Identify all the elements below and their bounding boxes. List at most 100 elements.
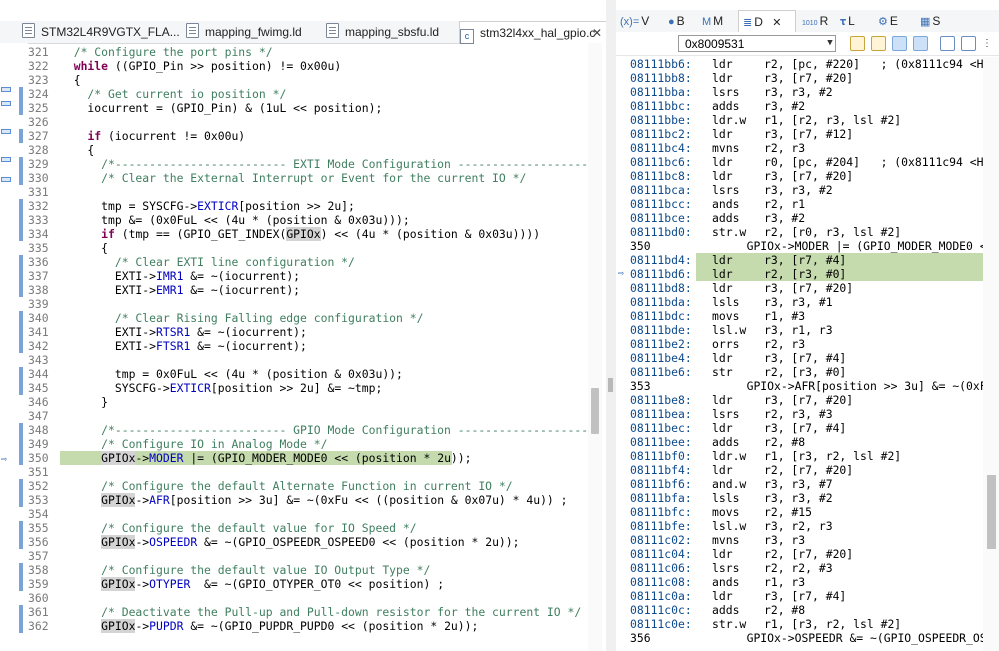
instruction-row[interactable]: 08111bee: adds r2, #8	[616, 435, 999, 449]
link-with-editor-icon[interactable]	[892, 36, 907, 51]
code-line[interactable]: 325 iocurrent = (GPIO_Pin) & (1uL << pos…	[28, 101, 596, 115]
show-source-icon[interactable]	[913, 36, 928, 51]
goto-address-icon[interactable]	[850, 36, 865, 51]
instruction-row[interactable]: 08111bea: lsrs r2, r3, #3	[616, 407, 999, 421]
code-line[interactable]: 323 {	[28, 73, 596, 87]
code-line[interactable]: 331	[28, 185, 596, 199]
code-line[interactable]: 354	[28, 507, 596, 521]
instruction-row[interactable]: 08111bbc: adds r3, #2	[616, 99, 999, 113]
instruction-row[interactable]: 08111bc6: ldr r0, [pc, #204] ; (0x8111c94 …	[616, 155, 999, 169]
instruction-row[interactable]: 08111bde: lsl.w r3, r1, r3	[616, 323, 999, 337]
instruction-row[interactable]: 08111be4: ldr r3, [r7, #4]	[616, 351, 999, 365]
close-icon[interactable]: ✕	[592, 22, 602, 44]
instruction-row[interactable]: 08111c0e: str.w r1, [r3, r2, lsl #2]	[616, 617, 999, 631]
new-view-icon[interactable]	[940, 36, 955, 51]
instruction-row[interactable]: 08111bb8: ldr r3, [r7, #20]	[616, 71, 999, 85]
code-line[interactable]: 357	[28, 549, 596, 563]
code-line[interactable]: 344 tmp = 0x0FuL << (4u * (position & 0x…	[28, 367, 596, 381]
code-line[interactable]: 334 if (tmp == (GPIO_GET_INDEX(GPIOx) <<…	[28, 227, 596, 241]
source-line-row[interactable]: 353 GPIOx->AFR[position >> 3u] &= ~(0xFu	[616, 379, 999, 393]
instruction-row[interactable]: 08111bca: lsrs r3, r3, #2	[616, 183, 999, 197]
source-line-row[interactable]: 350 GPIOx->MODER |= (GPIO_MODER_MODE0 <<	[616, 239, 999, 253]
override-marker-icon[interactable]	[1, 177, 11, 182]
code-line[interactable]: 339	[28, 297, 596, 311]
code-line[interactable]: 329 /*------------------------- EXTI Mod…	[28, 157, 596, 171]
tab-live-expressions[interactable]: 𝛕L	[840, 10, 855, 32]
tab-expressions[interactable]: ⚙ E	[878, 10, 898, 32]
code-line[interactable]: 356 GPIOx->OSPEEDR &= ~(GPIO_OSPEEDR_OSP…	[28, 535, 596, 549]
code-line[interactable]: 321 /* Configure the port pins */	[28, 45, 596, 59]
tab-variables[interactable]: (x)= V	[620, 10, 649, 32]
instruction-row[interactable]: 08111bbe: ldr.w r1, [r2, r3, lsl #2]	[616, 113, 999, 127]
instruction-row[interactable]: 08111bf0: ldr.w r1, [r3, r2, lsl #2]	[616, 449, 999, 463]
code-line[interactable]: 350 GPIOx->MODER |= (GPIO_MODER_MODE0 <<…	[28, 451, 596, 465]
tab-memory[interactable]: MM	[702, 10, 723, 32]
instruction-row[interactable]: ⇨ 08111bd6: ldr r2, [r3, #0]	[616, 267, 999, 281]
instruction-row[interactable]: 08111c02: mvns r3, r3	[616, 533, 999, 547]
code-line[interactable]: 327 if (iocurrent != 0x00u)	[28, 129, 596, 143]
source-code[interactable]: 321 /* Configure the port pins */322 whi…	[28, 43, 596, 651]
code-line[interactable]: 352 /* Configure the default Alternate F…	[28, 479, 596, 493]
instruction-row[interactable]: 08111bfc: movs r2, #15	[616, 505, 999, 519]
code-line[interactable]: 358 /* Configure the default value IO Ou…	[28, 563, 596, 577]
instruction-row[interactable]: 08111bc2: ldr r3, [r7, #12]	[616, 127, 999, 141]
code-line[interactable]: 332 tmp = SYSCFG->EXTICR[position >> 2u]…	[28, 199, 596, 213]
code-line[interactable]: 338 EXTI->EMR1 &= ~(iocurrent);	[28, 283, 596, 297]
home-icon[interactable]	[871, 36, 886, 51]
code-line[interactable]: 328 {	[28, 143, 596, 157]
instruction-row[interactable]: 08111bce: adds r3, #2	[616, 211, 999, 225]
tab-disassembly[interactable]: ≣ D ✕	[738, 10, 796, 32]
instruction-row[interactable]: 08111bf4: ldr r2, [r7, #20]	[616, 463, 999, 477]
tab-registers[interactable]: 1010 R	[802, 10, 828, 32]
code-line[interactable]: 346 }	[28, 395, 596, 409]
instruction-row[interactable]: 08111be8: ldr r3, [r7, #20]	[616, 393, 999, 407]
tab-mapping-sbsfu[interactable]: mapping_sbsfu.ld	[326, 21, 456, 43]
tab-sfrs[interactable]: ▦ S	[920, 10, 940, 32]
scroll-thumb[interactable]	[987, 475, 996, 549]
code-line[interactable]: 349 /* Configure IO in Analog Mode */	[28, 437, 596, 451]
instruction-row[interactable]: 08111bd8: ldr r3, [r7, #20]	[616, 281, 999, 295]
instruction-row[interactable]: 08111bcc: ands r2, r1	[616, 197, 999, 211]
address-combo[interactable]: 0x8009531	[678, 35, 836, 52]
code-line[interactable]: 343	[28, 353, 596, 367]
close-icon[interactable]: ✕	[772, 17, 781, 29]
splitter-grip[interactable]	[608, 378, 613, 392]
instruction-row[interactable]: 08111bda: lsls r3, r3, #1	[616, 295, 999, 309]
code-line[interactable]: 337 EXTI->IMR1 &= ~(iocurrent);	[28, 269, 596, 283]
instruction-row[interactable]: 08111bfe: lsl.w r3, r2, r3	[616, 519, 999, 533]
code-line[interactable]: 341 EXTI->RTSR1 &= ~(iocurrent);	[28, 325, 596, 339]
instruction-row[interactable]: 08111bd0: str.w r2, [r0, r3, lsl #2]	[616, 225, 999, 239]
instruction-row[interactable]: 08111be6: str r2, [r3, #0]	[616, 365, 999, 379]
code-line[interactable]: 353 GPIOx->AFR[position >> 3u] &= ~(0xFu…	[28, 493, 596, 507]
code-line[interactable]: 340 /* Clear Rising Falling edge configu…	[28, 311, 596, 325]
override-marker-icon[interactable]	[1, 129, 11, 134]
instruction-row[interactable]: 08111bec: ldr r3, [r7, #4]	[616, 421, 999, 435]
instruction-row[interactable]: 08111bfa: lsls r3, r3, #2	[616, 491, 999, 505]
code-line[interactable]: 324 /* Get current io position */	[28, 87, 596, 101]
code-line[interactable]: 322 while ((GPIO_Pin >> position) != 0x0…	[28, 59, 596, 73]
override-marker-icon[interactable]	[1, 87, 11, 92]
code-line[interactable]: 333 tmp &= (0x0FuL << (4u * (position & …	[28, 213, 596, 227]
code-line[interactable]: 362 GPIOx->PUPDR &= ~(GPIO_PUPDR_PUPD0 <…	[28, 619, 596, 633]
code-line[interactable]: 342 EXTI->FTSR1 &= ~(iocurrent);	[28, 339, 596, 353]
code-line[interactable]: 345 SYSCFG->EXTICR[position >> 2u] &= ~t…	[28, 381, 596, 395]
disassembly-listing[interactable]: 08111bb6: ldr r2, [pc, #220] ; (0x8111c94 …	[616, 57, 999, 651]
instruction-row[interactable]: 08111c04: ldr r2, [r7, #20]	[616, 547, 999, 561]
code-line[interactable]: 336 /* Clear EXTI line configuration */	[28, 255, 596, 269]
code-line[interactable]: 348 /*------------------------- GPIO Mod…	[28, 423, 596, 437]
instruction-row[interactable]: 08111bba: lsrs r3, r3, #2	[616, 85, 999, 99]
instruction-row[interactable]: 08111bd4: ldr r3, [r7, #4]	[616, 253, 999, 267]
code-line[interactable]: 335 {	[28, 241, 596, 255]
instruction-row[interactable]: 08111bdc: movs r1, #3	[616, 309, 999, 323]
view-menu-icon[interactable]: ⋮	[982, 36, 997, 51]
instruction-row[interactable]: 08111bb6: ldr r2, [pc, #220] ; (0x8111c94 …	[616, 57, 999, 71]
code-line[interactable]: 347	[28, 409, 596, 423]
tab-breakpoints[interactable]: ● B	[668, 10, 685, 32]
override-marker-icon[interactable]	[1, 101, 11, 106]
code-line[interactable]: 361 /* Deactivate the Pull-up and Pull-d…	[28, 605, 596, 619]
override-marker-icon[interactable]	[1, 157, 11, 162]
disassembly-scrollbar[interactable]	[983, 57, 999, 651]
instruction-row[interactable]: 08111bf6: and.w r3, r3, #7	[616, 477, 999, 491]
instruction-row[interactable]: 08111c06: lsrs r2, r2, #3	[616, 561, 999, 575]
source-line-row[interactable]: 356 GPIOx->OSPEEDR &= ~(GPIO_OSPEEDR_OSP…	[616, 631, 999, 645]
